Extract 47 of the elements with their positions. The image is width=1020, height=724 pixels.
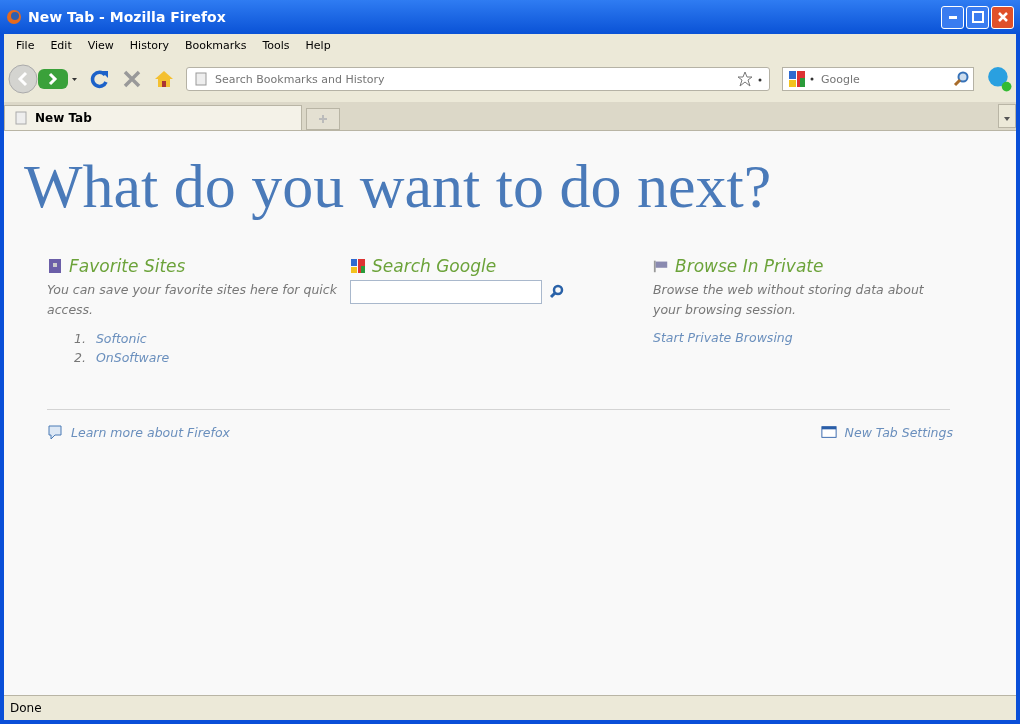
search-field[interactable]: Google [819, 71, 951, 87]
browser-tab[interactable]: New Tab [4, 105, 302, 130]
menu-item[interactable]: File [8, 38, 43, 52]
close-button[interactable] [991, 5, 1014, 29]
status-text: Done [10, 701, 42, 715]
menu-item[interactable]: Edit [42, 38, 80, 52]
menu-item[interactable]: View [79, 38, 122, 52]
section-description: You can save your favorite sites here for quick access. [47, 281, 338, 319]
stop-icon[interactable] [122, 69, 142, 89]
list-number: 1. [74, 330, 86, 348]
section-title: Search Google [372, 256, 497, 276]
list-number: 2. [74, 349, 86, 367]
window-icon [820, 424, 837, 440]
reload-icon[interactable] [90, 69, 110, 89]
search-engine-icon [350, 258, 366, 274]
menu-item[interactable]: History [121, 38, 177, 52]
search-input[interactable] [350, 280, 542, 304]
menu-item[interactable]: Help [297, 38, 339, 52]
minimize-icon [948, 15, 957, 19]
section-title: Favorite Sites [69, 256, 186, 276]
back-forward-buttons[interactable] [8, 64, 78, 94]
search-bar[interactable]: Google [782, 67, 974, 91]
address-field[interactable]: Search Bookmarks and History [213, 71, 733, 87]
search-icon[interactable] [953, 71, 969, 87]
window-title: New Tab - Mozilla Firefox [28, 9, 226, 25]
star-icon[interactable] [737, 71, 753, 87]
tab-list-button[interactable] [998, 104, 1016, 128]
page-icon [13, 110, 29, 126]
section-title: Browse In Private [675, 256, 824, 276]
menu-item[interactable]: Tools [254, 38, 298, 52]
plus-icon [318, 113, 328, 124]
menu-item[interactable]: Bookmarks [177, 38, 255, 52]
maximize-icon [971, 11, 984, 23]
maximize-button[interactable] [966, 5, 989, 29]
browser-logo-icon [6, 9, 22, 25]
section-description: Browse the web without storing data about your browsing session. [653, 281, 925, 319]
book-icon [47, 258, 63, 274]
page-icon [193, 71, 209, 87]
search-icon[interactable] [548, 284, 564, 300]
home-icon[interactable] [154, 69, 174, 89]
caret-icon [1004, 116, 1010, 121]
flag-icon [653, 258, 669, 274]
help-icon [47, 424, 63, 440]
address-bar[interactable]: Search Bookmarks and History [186, 67, 770, 91]
page-heading: What do you want to do next? [24, 151, 773, 222]
minimize-button[interactable] [941, 5, 964, 29]
close-icon [996, 11, 1009, 23]
